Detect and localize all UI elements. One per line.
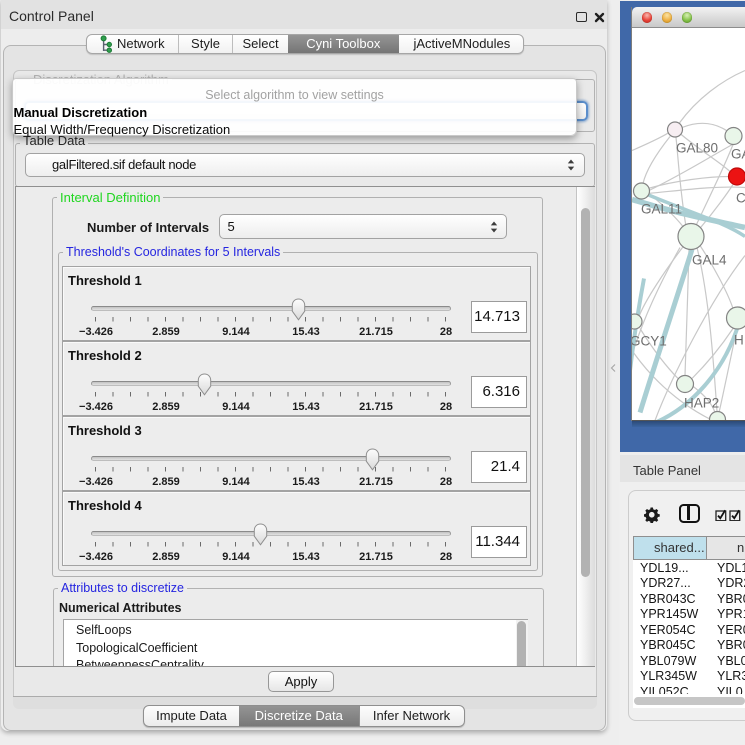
svg-text:H: H (734, 332, 744, 347)
svg-text:GAL80: GAL80 (676, 140, 718, 155)
svg-text:GA: GA (731, 146, 745, 161)
svg-text:HAP2: HAP2 (684, 395, 719, 410)
svg-text:GAL4: GAL4 (692, 252, 727, 267)
svg-text:GAL11: GAL11 (641, 201, 682, 216)
svg-text:GCY1: GCY1 (632, 333, 667, 348)
svg-text:C: C (736, 190, 745, 205)
